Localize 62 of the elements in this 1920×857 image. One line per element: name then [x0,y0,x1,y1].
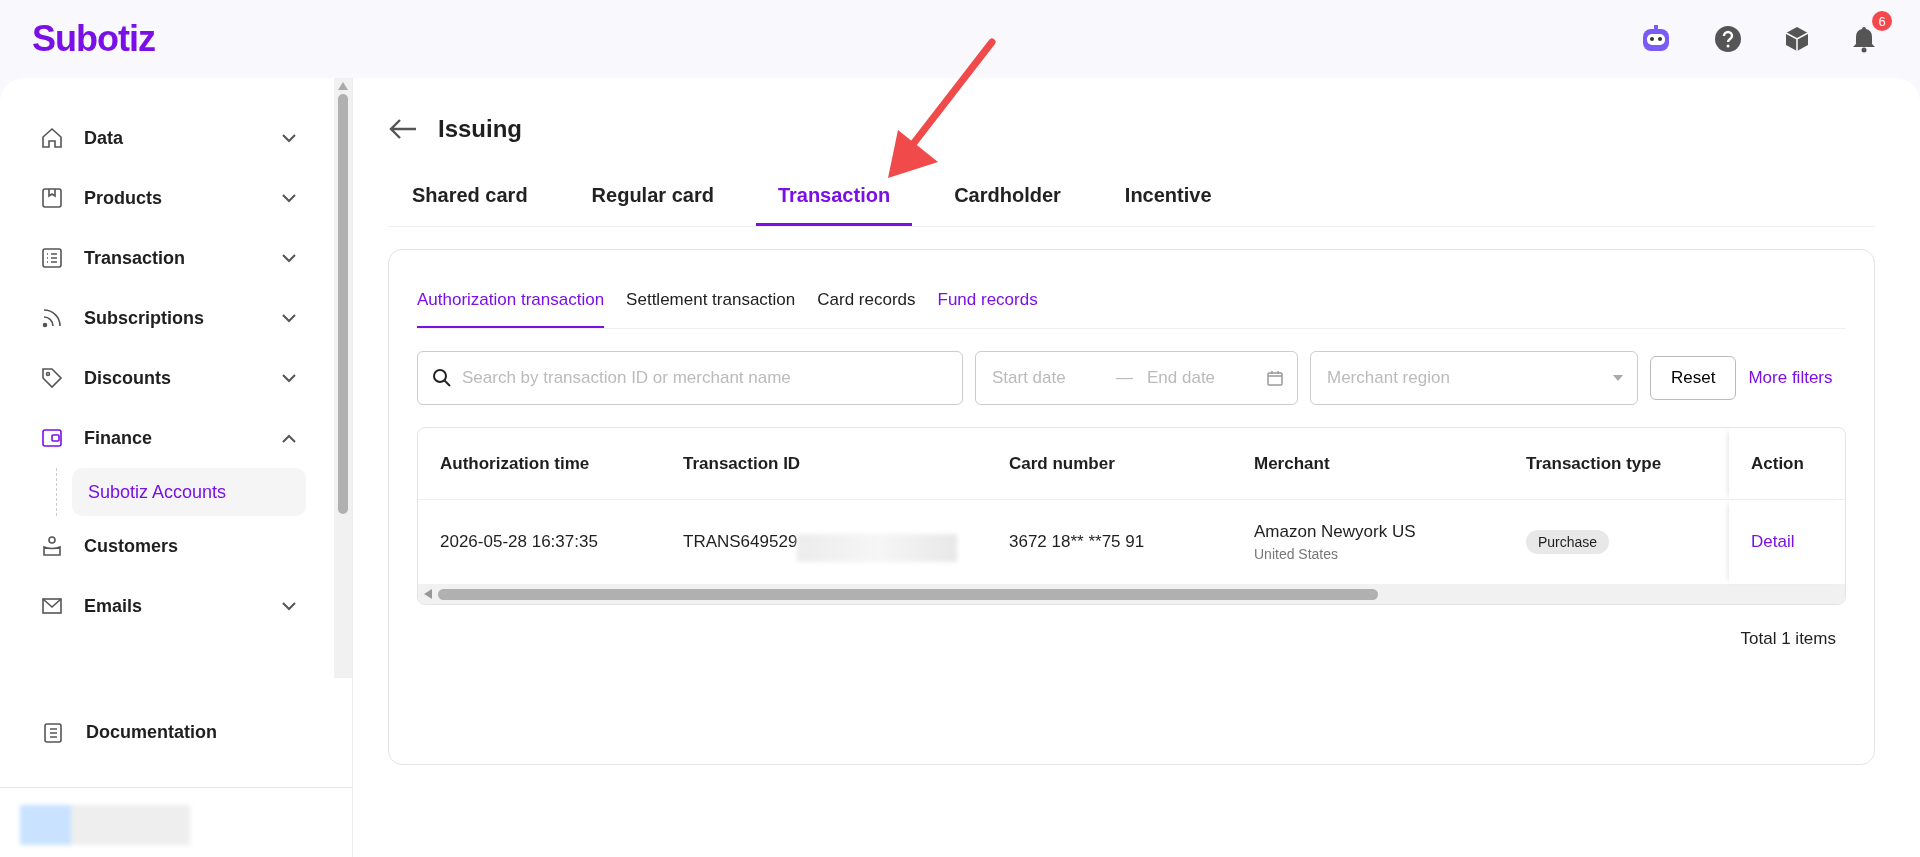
table-cell-text: Amazon Newyork US [1254,522,1417,542]
region-dropdown[interactable]: Merchant region [1310,351,1638,405]
chevron-down-icon [282,601,296,611]
sub-tab[interactable]: Authorization transaction [417,272,605,328]
detail-link[interactable]: Detail [1751,532,1845,552]
sidebar-item[interactable]: Discounts [40,348,334,408]
robot-icon[interactable] [1640,24,1672,54]
caret-icon [1613,375,1623,381]
column-header: Transaction ID [661,428,987,500]
tab[interactable]: Incentive [1102,170,1234,226]
tab[interactable]: Cardholder [932,170,1083,226]
tab[interactable]: Regular card [569,170,736,226]
table-cell-text: 3672 18** **75 91 [1009,532,1146,552]
help-icon[interactable] [1714,25,1742,53]
tag-icon [40,366,64,390]
sidebar-item[interactable]: Data [40,108,334,168]
column-header: Card number [987,428,1232,500]
sidebar-item[interactable]: Finance [40,408,334,468]
chevron-up-icon [282,433,296,443]
reset-button[interactable]: Reset [1650,356,1737,400]
sub-tab[interactable]: Settlement transaction [626,272,796,328]
notification-badge: 6 [1872,11,1892,31]
back-arrow-icon[interactable] [388,118,418,140]
more-filters-link[interactable]: More filters [1748,368,1833,388]
column-header: Transaction type [1504,428,1729,500]
type-tag: Purchase [1526,530,1610,554]
horizontal-scrollbar[interactable] [418,584,1845,604]
tab[interactable]: Shared card [390,170,550,226]
sidebar-item[interactable]: Transaction [40,228,334,288]
calendar-icon [1267,370,1283,386]
logo[interactable]: Subotiz [32,18,155,60]
sub-tab[interactable]: Fund records [937,272,1038,328]
chevron-down-icon [282,253,296,263]
search-icon [432,368,452,388]
table-cell: TRANS649529 [683,532,798,552]
table-cell-text: 2026-05-28 16:37:35 [440,532,599,552]
sidebar-item[interactable]: Documentation [0,678,352,788]
scrollbar[interactable] [334,78,352,678]
page-title: Issuing [438,115,522,143]
package-icon[interactable] [1784,25,1810,53]
sidebar-item[interactable]: Subscriptions [40,288,334,348]
date-separator: — [1116,368,1133,388]
home-icon [40,126,64,150]
sidebar-subitem[interactable]: Subotiz Accounts [72,468,306,516]
storefront-icon [40,186,64,210]
total-count: Total 1 items [1740,629,1836,649]
feed-icon [40,306,64,330]
sidebar-item[interactable]: Emails [40,576,334,636]
column-header: Authorization time [418,428,661,500]
sidebar-item[interactable]: Products [40,168,334,228]
column-header: Action [1729,428,1845,500]
list-icon [40,246,64,270]
chevron-down-icon [282,313,296,323]
search-box[interactable]: Search by transaction ID or merchant name [417,351,963,405]
chevron-down-icon [282,193,296,203]
sub-tab[interactable]: Card records [817,272,916,328]
sidebar-item[interactable]: Customers [40,516,334,576]
merchant-region: United States [1254,546,1340,562]
column-header: Merchant [1232,428,1504,500]
notification-bell-icon[interactable] [1852,25,1876,53]
chevron-down-icon [282,133,296,143]
chevron-down-icon [282,373,296,383]
